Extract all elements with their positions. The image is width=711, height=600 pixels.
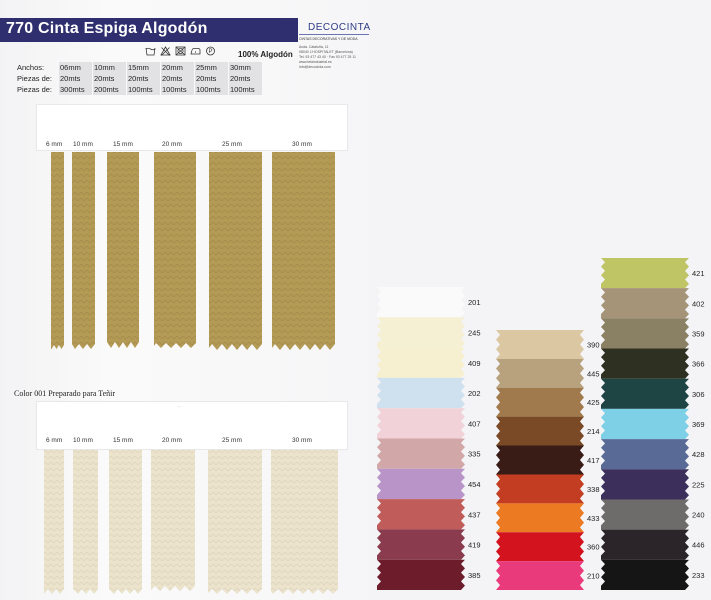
color-swatch-359 [601, 318, 689, 349]
color-swatch-454 [377, 468, 465, 500]
color-code-label: 402 [692, 299, 705, 308]
color-code-label: 306 [692, 390, 705, 399]
color-code-label: 409 [468, 359, 481, 368]
color-swatch-369 [601, 408, 689, 440]
color-code-label: 419 [468, 541, 481, 550]
color-code-label: 417 [587, 456, 600, 465]
color-code-label: 390 [587, 340, 600, 349]
color-code-label: 335 [468, 450, 481, 459]
color-swatch-390 [496, 330, 584, 359]
color-code-label: 338 [587, 485, 600, 494]
color-swatch-245 [377, 317, 465, 348]
color-code-label: 201 [468, 298, 481, 307]
color-code-label: 360 [587, 543, 600, 552]
color-code-label: 366 [692, 360, 705, 369]
color-swatch-409 [377, 347, 465, 378]
color-swatch-335 [377, 438, 465, 469]
color-code-label: 240 [692, 511, 705, 520]
color-code-label: 454 [468, 480, 481, 489]
color-swatch-366 [601, 348, 689, 379]
color-swatch-233 [601, 559, 689, 590]
color-swatch-338 [496, 474, 584, 504]
color-swatch-201 [377, 287, 465, 318]
color-code-label: 433 [587, 514, 600, 523]
color-swatch-419 [377, 529, 465, 560]
color-code-label: 245 [468, 328, 481, 337]
color-swatch-385 [377, 559, 465, 590]
color-swatch-240 [601, 499, 689, 530]
color-code-label: 214 [587, 427, 600, 436]
color-swatch-360 [496, 532, 584, 562]
color-code-label: 233 [692, 571, 705, 580]
color-code-label: 359 [692, 329, 705, 338]
color-swatch-210 [496, 561, 584, 590]
color-swatch-425 [496, 387, 584, 417]
color-swatch-437 [377, 499, 465, 530]
color-code-label: 385 [468, 571, 481, 580]
catalog-page: 770 Cinta Espiga Algodón DECOCINTA CINTA… [0, 0, 711, 600]
color-code-label: 428 [692, 450, 705, 459]
color-swatch-407 [377, 408, 465, 439]
color-swatches: 201 245 409 202 407 335 454 437 419 385 390 445 425 2… [377, 258, 705, 590]
color-swatch-417 [496, 445, 584, 475]
color-code-label: 202 [468, 389, 481, 398]
color-swatch-421 [601, 258, 689, 289]
color-code-label: 425 [587, 398, 600, 407]
color-code-label: 445 [587, 369, 600, 378]
color-code-label: 437 [468, 510, 481, 519]
color-swatch-225 [601, 469, 689, 500]
color-code-label: 407 [468, 419, 481, 428]
color-code-label: 210 [587, 572, 600, 581]
color-swatch-306 [601, 378, 689, 409]
color-swatch-402 [601, 288, 689, 319]
color-swatch-214 [496, 416, 584, 446]
color-swatch-433 [496, 503, 584, 533]
color-code-label: 421 [692, 269, 705, 278]
color-swatch-202 [377, 377, 465, 409]
color-code-label: 225 [692, 480, 705, 489]
color-swatch-446 [601, 529, 689, 560]
color-swatch-428 [601, 439, 689, 470]
color-code-label: 446 [692, 541, 705, 550]
color-swatch-445 [496, 358, 584, 388]
color-code-label: 369 [692, 420, 705, 429]
